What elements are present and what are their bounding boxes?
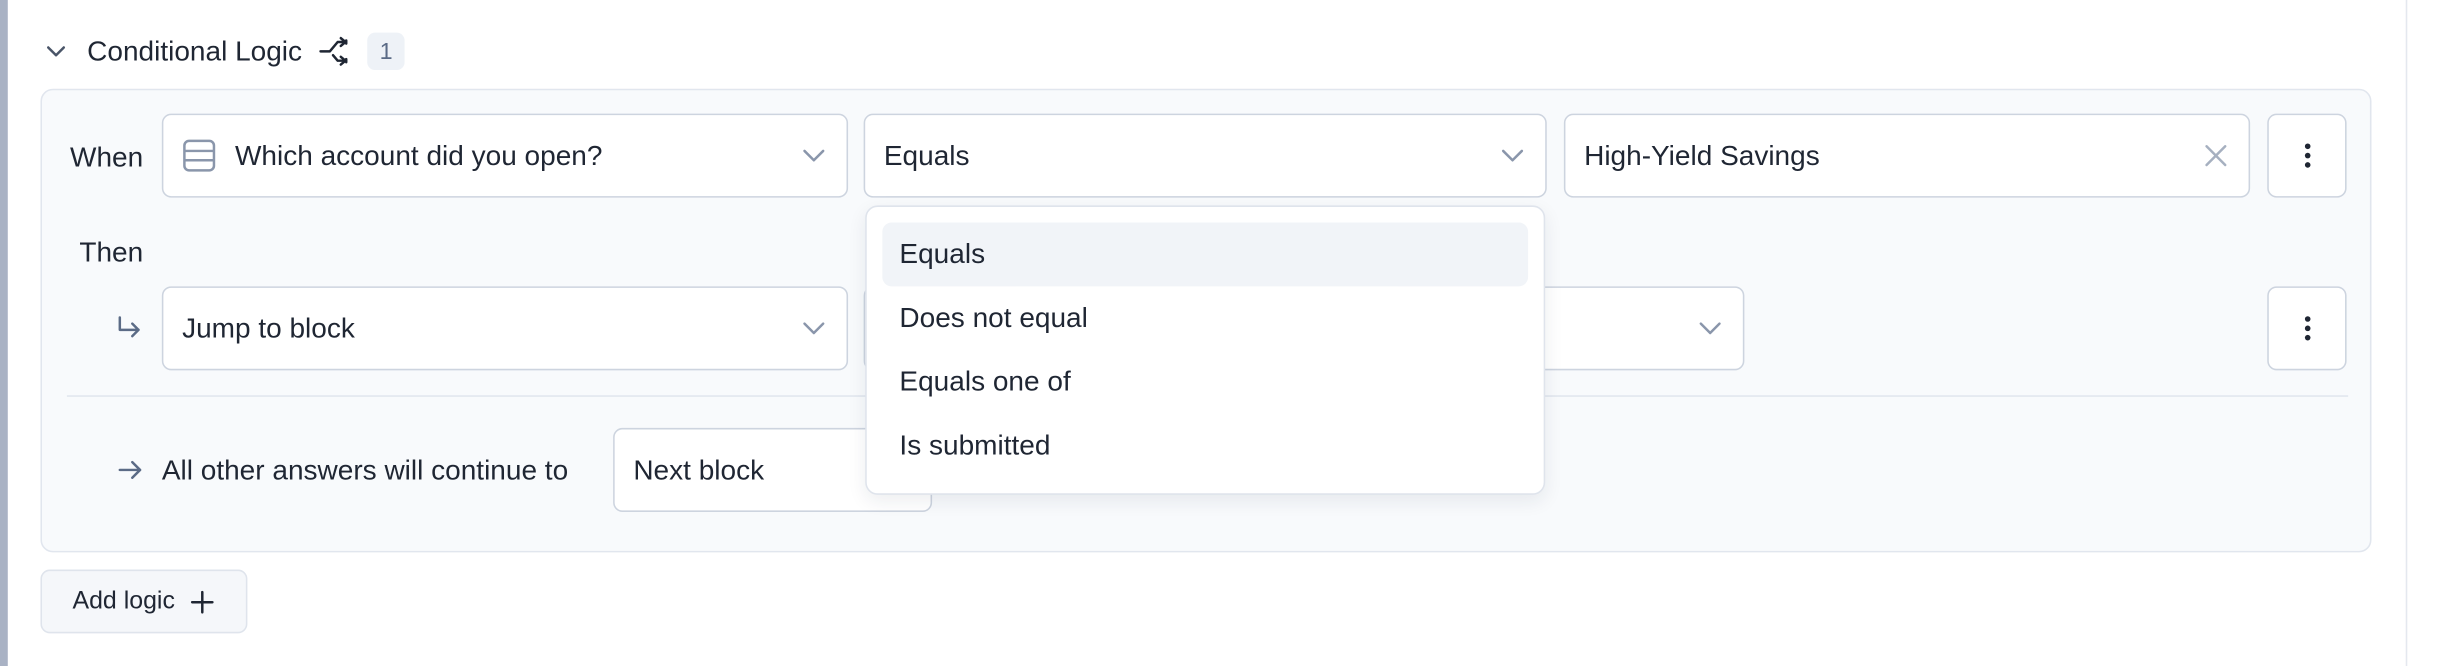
branch-shuffle-icon (318, 34, 352, 68)
answer-input[interactable]: High-Yield Savings (1563, 113, 2251, 198)
then-label: Then (79, 236, 144, 268)
answer-input-value: High-Yield Savings (1584, 139, 1820, 171)
chevron-down-icon (800, 142, 828, 170)
operator-select[interactable]: Equals (863, 113, 1547, 198)
plus-icon (190, 589, 215, 614)
operator-dropdown-menu: Equals Does not equal Equals one of Is s… (865, 205, 1546, 495)
operator-option[interactable]: Is submitted (882, 414, 1528, 478)
operator-option[interactable]: Does not equal (882, 286, 1528, 350)
operator-select-value: Equals (883, 139, 970, 171)
action-select[interactable]: Jump to block (161, 286, 849, 371)
chevron-down-icon[interactable] (40, 36, 71, 67)
list-icon (182, 138, 216, 172)
fallback-label: All other answers will continue to (161, 454, 569, 486)
add-logic-button[interactable]: Add logic (40, 569, 248, 634)
arrow-right-icon (117, 456, 145, 484)
chevron-down-icon (1696, 314, 1724, 342)
condition-more-button[interactable] (2267, 113, 2347, 198)
question-select[interactable]: Which account did you open? (161, 113, 849, 198)
question-select-value: Which account did you open? (234, 139, 603, 171)
left-rail (0, 0, 8, 666)
when-label: When (70, 141, 144, 173)
action-more-button[interactable] (2267, 286, 2347, 371)
kebab-icon (2304, 143, 2310, 168)
logic-count-badge: 1 (367, 32, 405, 71)
operator-option[interactable]: Equals one of (882, 350, 1528, 414)
section-title: Conditional Logic (87, 35, 303, 67)
arrow-return-icon (114, 313, 145, 344)
chevron-down-icon (1499, 142, 1527, 170)
close-icon[interactable] (2202, 142, 2230, 170)
section-header: Conditional Logic 1 (40, 31, 405, 71)
kebab-icon (2304, 316, 2310, 341)
conditional-logic-editor: Conditional Logic 1 When Which account d… (0, 0, 2440, 666)
right-rail (2405, 0, 2408, 666)
action-select-value: Jump to block (182, 311, 355, 344)
operator-option[interactable]: Equals (882, 222, 1529, 287)
add-logic-label: Add logic (72, 587, 175, 614)
chevron-down-icon (800, 314, 828, 342)
